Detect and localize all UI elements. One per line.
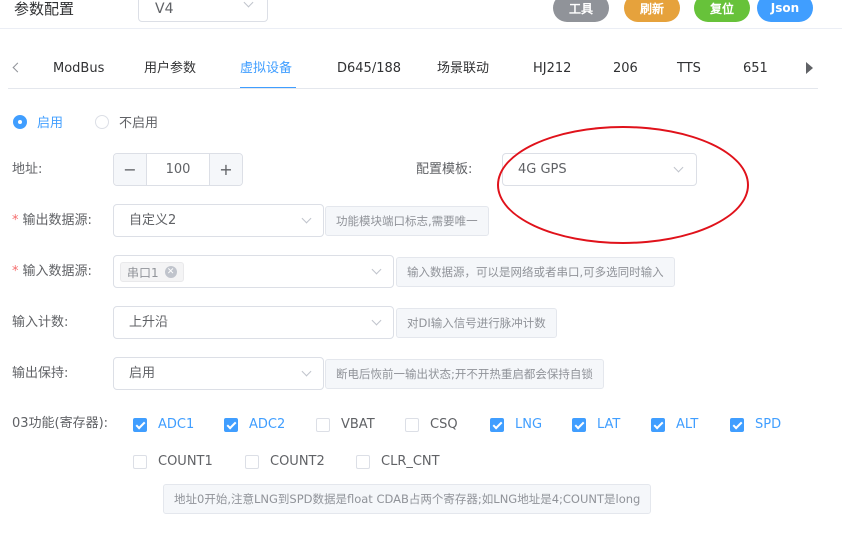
chevron-down-icon [673,162,684,173]
checkbox-clr-cnt[interactable]: CLR_CNT [356,454,440,469]
version-value: V4 [155,1,174,17]
input-source-label: * 输入数据源: [12,264,92,280]
input-count-select[interactable]: 上升沿 [113,306,394,339]
input-count-value: 上升沿 [129,315,169,330]
checkbox-icon [133,417,147,432]
increment-button[interactable]: + [209,154,242,185]
checkbox-adc2[interactable]: ADC2 [224,417,285,432]
required-mark: * [12,213,19,228]
close-icon[interactable]: ✕ [164,266,177,278]
checkbox-icon [730,417,744,432]
checkbox-label: CSQ [430,417,458,432]
chevron-down-icon [371,315,382,326]
page-title: 参数配置 [14,0,75,18]
chevron-down-icon [301,213,312,224]
checkbox-icon [245,454,259,469]
checkbox-label: SPD [755,417,782,432]
checkbox-adc1[interactable]: ADC1 [133,417,194,432]
json-button[interactable]: Json [757,0,813,22]
address-label: 地址: [12,162,43,177]
template-value: 4G GPS [518,162,567,177]
checkbox-count1[interactable]: COUNT1 [133,454,213,469]
checkbox-icon [490,417,504,432]
output-source-label: * 输出数据源: [12,213,92,229]
checkbox-label: LAT [597,417,621,432]
tab-hj212[interactable]: HJ212 [533,61,571,77]
input-source-tag: 串口1 ✕ [120,262,184,282]
tab-651[interactable]: 651 [743,61,768,77]
header-divider [0,28,842,29]
input-source-hint: 输入数据源，可以是网络或者串口,可多选同时输入 [396,257,675,287]
checkbox-label: ADC2 [249,417,286,432]
chevron-left-icon[interactable] [12,62,23,73]
version-select[interactable]: V4 [138,0,268,22]
checkbox-label: VBAT [341,417,375,432]
checkbox-icon [405,417,419,432]
tab-virtual-device[interactable]: 虚拟设备 [240,61,292,77]
output-source-hint: 功能模块端口标志,需要唯一 [325,206,489,236]
checkbox-label: COUNT2 [270,454,325,469]
checkbox-label: LNG [515,417,543,432]
checkbox-lat[interactable]: LAT [572,417,620,432]
tab-next-arrow-icon[interactable] [806,62,813,74]
input-count-hint: 对DI输入信号进行脉冲计数 [396,308,557,338]
tag-label: 串口1 [127,265,159,280]
required-mark: * [12,264,19,279]
output-hold-hint: 断电后恢前一输出状态;开不开热重启都会保持自锁 [325,359,604,389]
radio-enable-label: 启用 [37,116,64,131]
output-hold-label: 输出保持: [12,366,69,381]
checkbox-icon [133,454,147,469]
chevron-down-icon [301,366,312,377]
func03-label: 03功能(寄存器): [12,416,109,431]
tools-button[interactable]: 工具 [553,0,609,22]
checkbox-label: COUNT1 [158,454,213,469]
chevron-down-icon [371,264,382,275]
checkbox-csq[interactable]: CSQ [405,417,458,432]
address-stepper[interactable]: − 100 + [113,153,243,186]
refresh-button[interactable]: 刷新 [624,0,680,22]
template-label: 配置模板: [416,162,473,177]
checkbox-label: ADC1 [158,417,195,432]
input-source-label-text: 输入数据源: [22,264,92,279]
tab-tts[interactable]: TTS [677,61,701,77]
checkbox-icon [316,417,330,432]
input-source-select[interactable]: 串口1 ✕ [113,255,394,288]
tab-user-params[interactable]: 用户参数 [144,61,196,77]
checkbox-vbat[interactable]: VBAT [316,417,375,432]
address-value[interactable]: 100 [147,162,209,177]
radio-dot-icon [13,114,27,129]
tab-modbus[interactable]: ModBus [53,61,104,77]
checkbox-icon [224,417,238,432]
radio-dot-icon [95,114,109,129]
checkbox-icon [651,417,665,432]
tab-scene-linkage[interactable]: 场景联动 [437,61,489,77]
chevron-down-icon [243,0,254,8]
output-source-value: 自定义2 [129,213,177,228]
checkbox-icon [356,454,370,469]
decrement-button[interactable]: − [114,154,147,185]
output-hold-select[interactable]: 启用 [113,357,324,390]
tab-divider [8,88,818,89]
tab-d645-188[interactable]: D645/188 [337,61,401,77]
checkbox-label: ALT [676,417,699,432]
input-count-label: 输入计数: [12,315,69,330]
radio-disable-label: 不启用 [119,116,159,131]
tab-206[interactable]: 206 [613,61,638,77]
checkbox-icon [572,417,586,432]
output-source-select[interactable]: 自定义2 [113,204,324,237]
output-hold-value: 启用 [129,366,156,381]
template-select[interactable]: 4G GPS [502,153,697,186]
reset-button[interactable]: 复位 [694,0,750,22]
func03-hint: 地址0开始,注意LNG到SPD数据是float CDAB占两个寄存器;如LNG地… [163,484,652,514]
radio-disable[interactable]: 不启用 [95,112,158,131]
checkbox-lng[interactable]: LNG [490,417,542,432]
checkbox-label: CLR_CNT [381,454,440,469]
checkbox-count2[interactable]: COUNT2 [245,454,325,469]
checkbox-spd[interactable]: SPD [730,417,781,432]
radio-enable[interactable]: 启用 [13,112,63,131]
output-source-label-text: 输出数据源: [22,213,92,228]
checkbox-alt[interactable]: ALT [651,417,698,432]
